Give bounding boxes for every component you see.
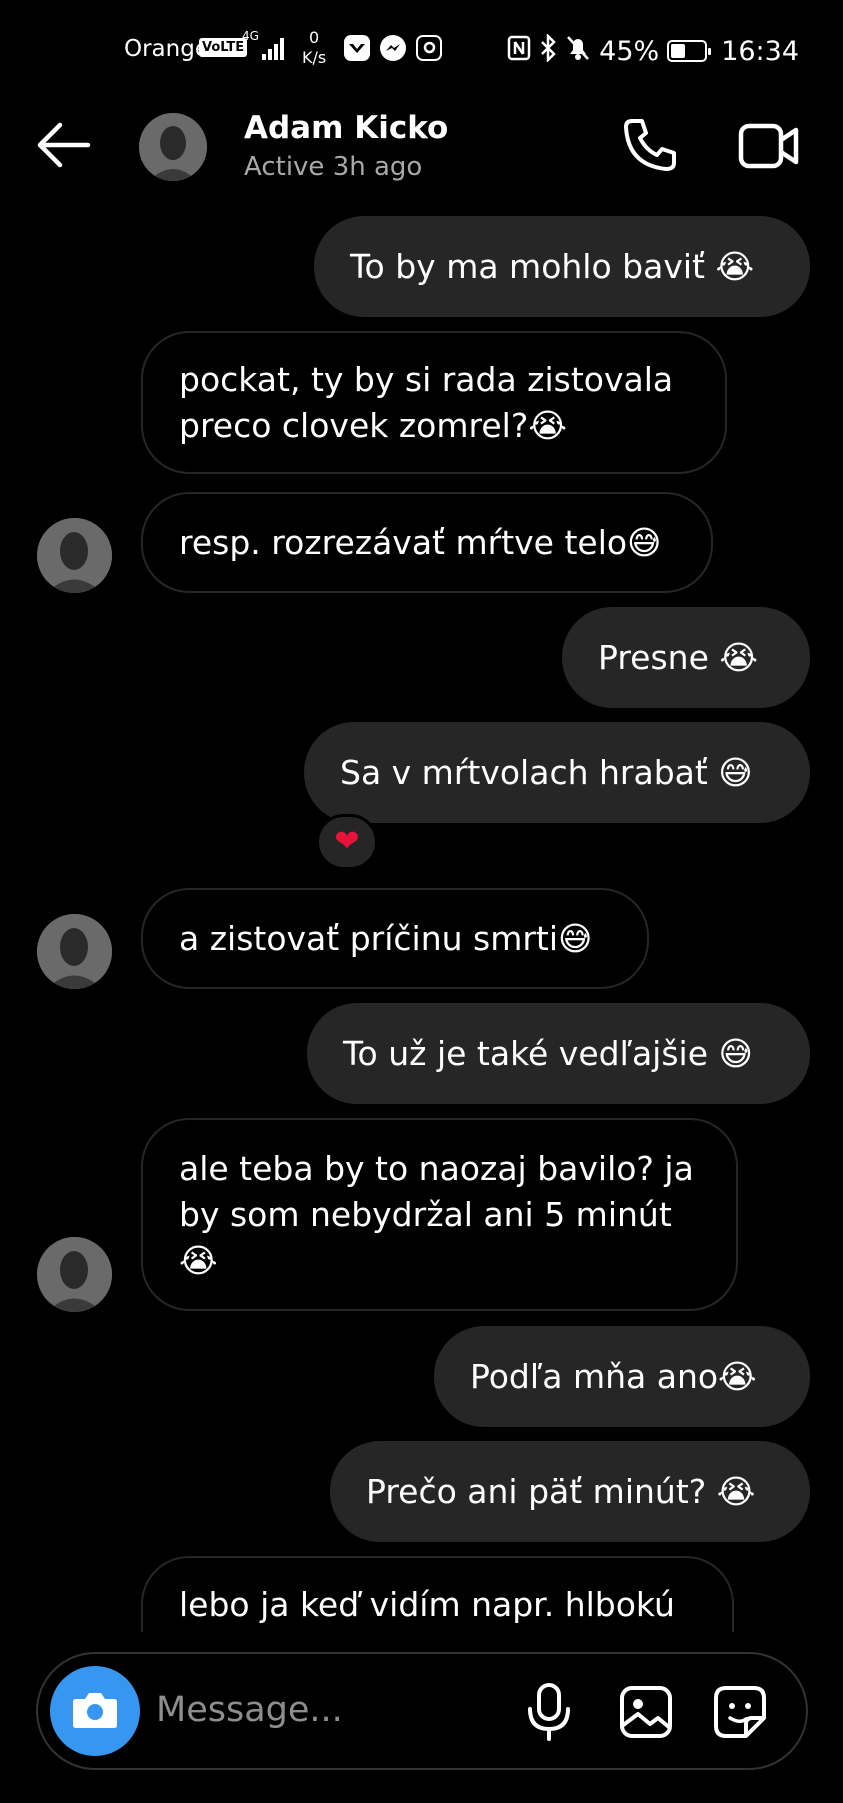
message-text: To by ma mohlo baviť 😭 xyxy=(350,246,755,286)
microphone-icon[interactable] xyxy=(524,1682,574,1742)
avatar[interactable] xyxy=(139,113,207,181)
message-bubble-received[interactable]: a zistovať príčinu smrti😅 xyxy=(141,888,649,989)
message-bubble-received[interactable]: pockat, ty by si rada zistovala preco cl… xyxy=(141,331,727,474)
message-bubble-sent[interactable]: Sa v mŕtvolach hrabať 😅 xyxy=(304,722,810,823)
avatar[interactable] xyxy=(37,1237,112,1312)
status-bar: Orange VoLTE 4G 0 K/s 45% 16:34 xyxy=(0,0,843,100)
camera-button[interactable] xyxy=(50,1666,140,1756)
clock: 16:34 xyxy=(721,35,799,67)
speed-value: 0 xyxy=(309,28,320,47)
volte-badge: VoLTE xyxy=(199,38,248,57)
bluetooth-icon xyxy=(539,32,557,68)
contact-name[interactable]: Adam Kicko xyxy=(244,110,448,146)
message-bubble-sent[interactable]: Prečo ani päť minút? 😭 xyxy=(330,1441,810,1542)
message-text: Prečo ani päť minút? 😭 xyxy=(366,1471,756,1511)
speed-unit: K/s xyxy=(302,48,327,67)
instagram-icon xyxy=(416,35,442,61)
avatar[interactable] xyxy=(37,914,112,989)
network-type: 4G xyxy=(242,29,259,43)
network-speed: 0 K/s xyxy=(302,28,326,68)
message-text: a zistovať príčinu smrti😅 xyxy=(179,918,593,958)
message-bubble-sent[interactable]: Presne 😭 xyxy=(562,607,810,708)
battery-icon xyxy=(667,40,712,62)
message-text: resp. rozrezávať mŕtve telo😅 xyxy=(179,522,662,562)
back-arrow-icon[interactable] xyxy=(34,120,94,170)
message-composer: Message... xyxy=(36,1652,808,1770)
gallery-icon[interactable] xyxy=(618,1684,674,1740)
status-right-group: 45% 16:34 xyxy=(507,32,799,68)
message-text: Presne 😭 xyxy=(598,637,758,677)
sticker-icon[interactable] xyxy=(712,1684,768,1740)
nfc-icon xyxy=(507,35,531,67)
message-bubble-received[interactable]: ale teba by to naozaj bavilo? ja by som … xyxy=(141,1118,738,1311)
message-list[interactable]: To by ma mohlo baviť 😭 pockat, ty by si … xyxy=(0,195,843,1632)
mute-bell-icon xyxy=(565,34,591,68)
battery-percent: 45% xyxy=(599,35,660,67)
camera-icon xyxy=(73,1693,117,1728)
video-call-icon[interactable] xyxy=(738,118,800,174)
message-bubble-sent[interactable]: To už je také vedľajšie 😅 xyxy=(307,1003,810,1104)
message-bubble-sent[interactable]: To by ma mohlo baviť 😭 xyxy=(314,216,810,317)
message-bubble-received[interactable]: lebo ja keď vidím napr. hlbokú xyxy=(141,1556,734,1632)
message-bubble-received[interactable]: resp. rozrezávať mŕtve telo😅 xyxy=(141,492,713,593)
message-bubble-sent[interactable]: Podľa mňa ano😭 xyxy=(434,1326,810,1427)
reaction-heart-icon[interactable]: ❤ xyxy=(316,814,378,870)
carrier-label: Orange xyxy=(124,36,209,62)
avatar[interactable] xyxy=(37,518,112,593)
message-text: ale teba by to naozaj bavilo? ja by som … xyxy=(179,1148,694,1280)
chat-header: Adam Kicko Active 3h ago xyxy=(0,100,843,195)
phone-call-icon[interactable] xyxy=(620,115,680,175)
messenger-icon xyxy=(344,35,370,61)
message-input[interactable]: Message... xyxy=(156,1690,343,1730)
signal-icon xyxy=(262,38,286,60)
message-text: To už je také vedľajšie 😅 xyxy=(343,1033,753,1073)
message-text: pockat, ty by si rada zistovala preco cl… xyxy=(179,359,674,445)
reaction-emoji: ❤ xyxy=(334,824,360,859)
messenger-icon xyxy=(380,35,406,61)
contact-status: Active 3h ago xyxy=(244,152,423,182)
message-text: lebo ja keď vidím napr. hlbokú xyxy=(179,1585,675,1624)
message-text: Podľa mňa ano😭 xyxy=(470,1356,757,1396)
message-text: Sa v mŕtvolach hrabať 😅 xyxy=(340,752,753,792)
battery-fill xyxy=(671,44,686,58)
